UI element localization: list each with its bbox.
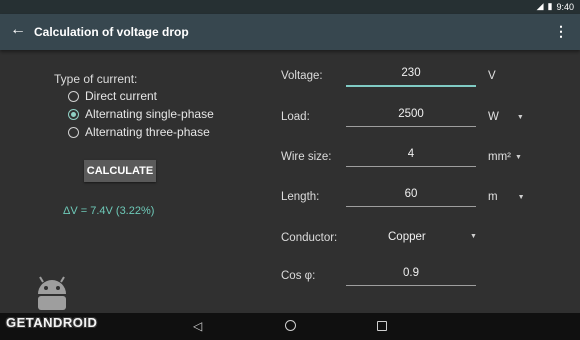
dropdown-caret-icon: ▼ [517,193,525,201]
radio-label: Direct current [85,89,158,103]
voltage-label: Voltage: [281,70,323,82]
wire-size-label: Wire size: [281,151,332,163]
nav-back-icon[interactable]: ◁ [193,319,202,333]
length-input[interactable]: 60 [346,188,476,207]
radio-direct-current[interactable]: Direct current [68,89,157,103]
result-text: ΔV = 7.4V (3.22%) [63,205,155,217]
radio-unchecked-icon[interactable] [68,90,79,102]
load-label: Load: [281,111,310,123]
length-unit-dropdown[interactable]: m ▼ [488,191,525,203]
wire-size-unit: mm² [488,151,511,163]
radio-single-phase[interactable]: Alternating single-phase [68,107,214,121]
load-unit-dropdown[interactable]: W ▼ [488,111,524,123]
nav-home-icon[interactable] [285,320,296,331]
wire-size-input[interactable]: 4 [346,148,476,167]
overflow-menu-icon[interactable]: ⋮ [554,23,568,40]
android-robot-icon [38,276,66,310]
dropdown-caret-icon: ▼ [515,153,522,161]
voltage-input[interactable]: 230 [346,67,476,87]
battery-icon: ▮ [547,1,553,11]
current-type-label: Type of current: [54,72,138,86]
radio-label: Alternating single-phase [85,107,214,121]
radio-three-phase[interactable]: Alternating three-phase [68,125,210,139]
length-unit: m [488,191,498,203]
status-bar: ◢ ▮ 9:40 [0,0,580,14]
dropdown-caret-icon[interactable]: ▼ [470,233,477,240]
radio-checked-icon[interactable] [68,108,79,120]
status-time: 9:40 [556,1,574,12]
app-bar: ← Calculation of voltage drop ⋮ [0,14,580,50]
conductor-label: Conductor: [281,232,338,244]
conductor-select[interactable]: Copper [388,231,426,243]
nav-recents-icon[interactable] [377,321,387,331]
radio-label: Alternating three-phase [85,125,210,139]
radio-unchecked-icon[interactable] [68,126,79,138]
back-arrow-icon[interactable]: ← [10,21,26,39]
load-unit: W [488,111,499,123]
cos-phi-label: Cos φ: [281,270,316,282]
watermark-text: GETANDROID [6,315,98,330]
dropdown-caret-icon: ▼ [516,113,524,121]
load-input[interactable]: 2500 [346,108,476,127]
length-label: Length: [281,191,320,203]
signal-icon: ◢ [536,1,544,11]
page-title: Calculation of voltage drop [34,25,189,39]
cos-phi-input[interactable]: 0.9 [346,267,476,286]
calculate-button[interactable]: CALCULATE [84,160,156,182]
wire-size-unit-dropdown[interactable]: mm² ▼ [488,151,522,163]
voltage-unit: V [488,70,496,82]
